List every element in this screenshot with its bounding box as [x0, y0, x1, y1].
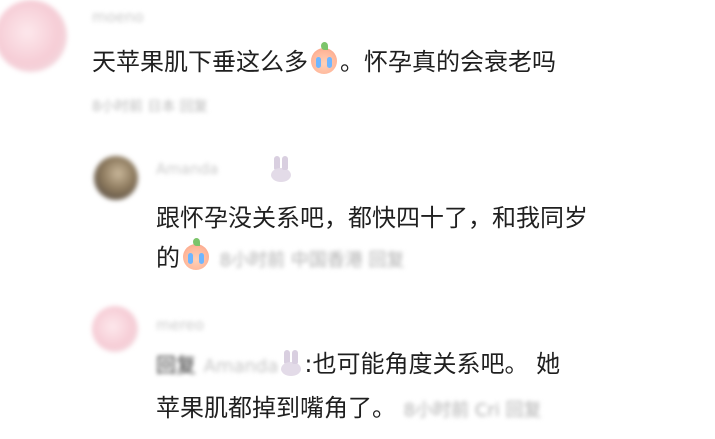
reply-to-username[interactable]: Amanda: [204, 356, 279, 377]
comment-meta[interactable]: 8小时前 日本 回复: [92, 96, 208, 116]
comment-text-part1: 天苹果肌下垂这么多: [92, 48, 308, 76]
comment-2: Amanda 跟怀孕没关系吧，都快四十了，和我同岁 的 8小时前 中国香港 回复: [0, 140, 715, 290]
rabbit-emoji-icon: [280, 350, 302, 376]
comment-1: moeno 天苹果肌下垂这么多 。怀孕真的会衰老吗 8小时前 日本 回复: [0, 0, 715, 140]
avatar[interactable]: [94, 156, 138, 200]
crying-face-emoji-icon: [183, 238, 209, 270]
reply-text-line2-prefix: 的: [156, 244, 180, 272]
comment-text-part2: 。怀孕真的会衰老吗: [340, 48, 556, 76]
username[interactable]: mereo: [156, 316, 204, 334]
avatar[interactable]: [0, 0, 67, 72]
username[interactable]: Amanda: [156, 160, 218, 178]
username[interactable]: moeno: [92, 8, 144, 26]
reply-text-line2-content: 苹果肌都掉到嘴角了。: [156, 394, 396, 422]
reply-text-line1: 回复 Amanda :也可能角度关系吧。 她: [156, 344, 560, 387]
reply-meta[interactable]: 8小时前 Cri 回复: [404, 400, 542, 421]
crying-face-emoji-icon: [311, 42, 337, 74]
reply-text-line2: 苹果肌都掉到嘴角了。 8小时前 Cri 回复: [156, 388, 542, 431]
reply-meta[interactable]: 8小时前 中国香港 回复: [220, 250, 405, 271]
rabbit-emoji-icon: [270, 156, 292, 182]
avatar[interactable]: [92, 306, 138, 352]
reply-text-content: :也可能角度关系吧。 她: [304, 350, 561, 378]
reply-text-line1: 跟怀孕没关系吧，都快四十了，和我同岁: [156, 204, 588, 232]
comment-3: mereo 回复 Amanda :也可能角度关系吧。 她 苹果肌都掉到嘴角了。 8…: [0, 300, 715, 439]
reply-prefix: 回复: [156, 353, 196, 377]
reply-text-line2: 的 8小时前 中国香港 回复: [156, 238, 405, 281]
comment-text: 天苹果肌下垂这么多 。怀孕真的会衰老吗: [92, 42, 556, 82]
